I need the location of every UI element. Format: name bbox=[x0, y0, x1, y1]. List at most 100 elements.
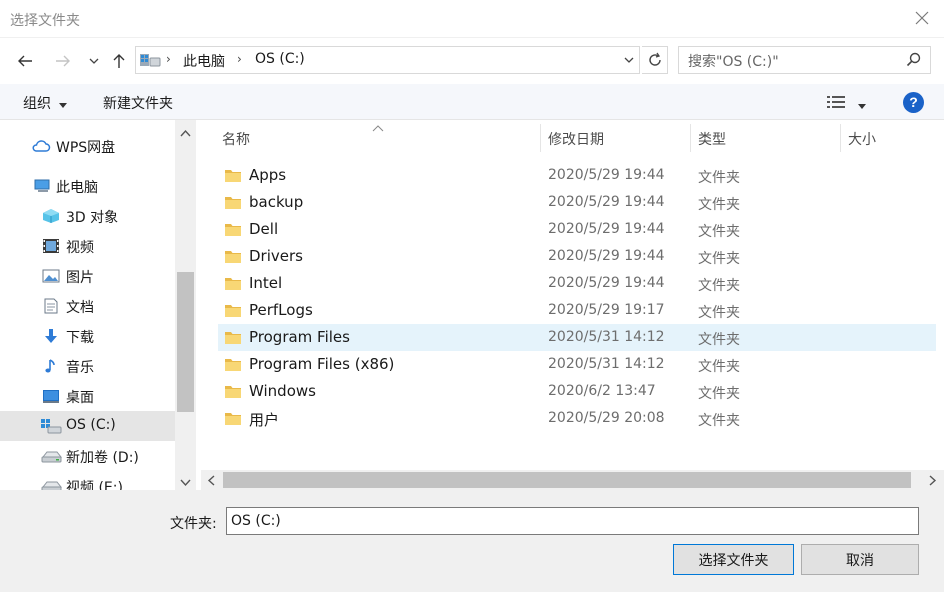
scrollbar-thumb[interactable] bbox=[177, 272, 194, 412]
file-type: 文件夹 bbox=[698, 251, 740, 267]
sidebar-item-desktop[interactable]: 桌面 bbox=[0, 381, 175, 411]
organize-button[interactable]: 组织 bbox=[23, 93, 51, 113]
sidebar-item-videos[interactable]: 视频 bbox=[0, 231, 175, 261]
sidebar-item-label: 下载 bbox=[66, 330, 94, 346]
file-row[interactable]: 用户 2020/5/29 20:08 文件夹 bbox=[218, 405, 936, 432]
sidebar-item-3d-objects[interactable]: 3D 对象 bbox=[0, 201, 175, 231]
sidebar-item-wps-cloud[interactable]: WPS网盘 bbox=[0, 131, 175, 161]
arrow-right-icon bbox=[56, 55, 70, 67]
file-date: 2020/5/29 19:17 bbox=[548, 302, 665, 318]
column-size[interactable]: 大小 bbox=[848, 129, 876, 149]
sidebar-item-label: 音乐 bbox=[66, 360, 94, 376]
sort-ascending-icon bbox=[372, 120, 384, 136]
back-button[interactable] bbox=[14, 50, 36, 72]
file-date: 2020/5/29 19:44 bbox=[548, 248, 665, 264]
scroll-down-icon[interactable] bbox=[180, 475, 191, 491]
folder-icon bbox=[224, 249, 242, 268]
file-type: 文件夹 bbox=[698, 224, 740, 240]
navigation-bar: › 此电脑 › OS (C:) 搜索"OS (C:)" bbox=[0, 38, 944, 84]
sidebar-item-this-pc[interactable]: 此电脑 bbox=[0, 171, 175, 201]
scroll-up-icon[interactable] bbox=[180, 125, 191, 141]
folder-icon bbox=[224, 222, 242, 241]
file-list-horizontal-scrollbar[interactable] bbox=[201, 470, 944, 490]
breadcrumb-separator: › bbox=[237, 52, 242, 66]
folder-icon bbox=[224, 330, 242, 349]
file-type: 文件夹 bbox=[698, 197, 740, 213]
file-row[interactable]: Drivers 2020/5/29 19:44 文件夹 bbox=[218, 243, 936, 270]
scroll-left-icon[interactable] bbox=[207, 474, 215, 490]
refresh-button[interactable] bbox=[642, 46, 668, 74]
address-bar[interactable]: › 此电脑 › OS (C:) bbox=[135, 46, 640, 74]
dialog-footer: 文件夹: 选择文件夹 取消 bbox=[0, 490, 944, 592]
file-row[interactable]: Program Files 2020/5/31 14:12 文件夹 bbox=[218, 324, 936, 351]
column-divider[interactable] bbox=[540, 124, 541, 152]
forward-button[interactable] bbox=[52, 50, 74, 72]
sidebar-item-label: 3D 对象 bbox=[66, 210, 119, 226]
sidebar-item-music[interactable]: 音乐 bbox=[0, 351, 175, 381]
sidebar-item-documents[interactable]: 文档 bbox=[0, 291, 175, 321]
details-view-icon bbox=[827, 96, 845, 108]
chevron-down-icon bbox=[624, 57, 634, 63]
arrow-up-icon bbox=[113, 54, 125, 68]
this-pc-icon bbox=[139, 51, 161, 73]
scrollbar-thumb[interactable] bbox=[223, 472, 911, 488]
scroll-right-icon[interactable] bbox=[929, 474, 937, 490]
sidebar-item-pictures[interactable]: 图片 bbox=[0, 261, 175, 291]
new-folder-button[interactable]: 新建文件夹 bbox=[103, 93, 173, 113]
file-row[interactable]: Intel 2020/5/29 19:44 文件夹 bbox=[218, 270, 936, 297]
help-button[interactable]: ? bbox=[903, 92, 924, 113]
file-row[interactable]: PerfLogs 2020/5/29 19:17 文件夹 bbox=[218, 297, 936, 324]
sidebar-item-os-c[interactable]: OS (C:) bbox=[0, 411, 175, 441]
folder-input[interactable] bbox=[226, 507, 919, 535]
file-row[interactable]: Dell 2020/5/29 19:44 文件夹 bbox=[218, 216, 936, 243]
breadcrumb-this-pc[interactable]: 此电脑 bbox=[183, 51, 225, 71]
column-name[interactable]: 名称 bbox=[222, 129, 250, 149]
column-date[interactable]: 修改日期 bbox=[548, 129, 604, 149]
sidebar-item-video-e[interactable]: 视频 (E:) bbox=[0, 471, 175, 490]
search-input[interactable]: 搜索"OS (C:)" bbox=[688, 51, 779, 71]
column-header: 名称 修改日期 类型 大小 bbox=[196, 120, 944, 154]
folder-label: 文件夹: bbox=[170, 516, 217, 532]
view-caret-icon[interactable] bbox=[858, 98, 866, 114]
chevron-down-icon bbox=[89, 58, 99, 64]
column-type[interactable]: 类型 bbox=[698, 129, 726, 149]
file-name: Windows bbox=[249, 382, 316, 400]
command-toolbar: 组织 新建文件夹 ? bbox=[0, 84, 944, 120]
file-date: 2020/5/29 19:44 bbox=[548, 194, 665, 210]
file-row[interactable]: Apps 2020/5/29 19:44 文件夹 bbox=[218, 162, 936, 189]
search-icon[interactable] bbox=[906, 52, 922, 72]
folder-icon bbox=[224, 276, 242, 295]
file-list: 名称 修改日期 类型 大小 Apps 2020/5/29 19:44 文件夹 back… bbox=[196, 120, 944, 490]
file-row[interactable]: Program Files (x86) 2020/5/31 14:12 文件夹 bbox=[218, 351, 936, 378]
file-row[interactable]: Windows 2020/6/2 13:47 文件夹 bbox=[218, 378, 936, 405]
caret-down-icon[interactable] bbox=[59, 97, 67, 113]
pictures-icon bbox=[42, 268, 60, 284]
navigation-pane: WPS网盘 此电脑 3D 对象 视频 图片 文档 下载 音乐 桌面 OS (C:… bbox=[0, 120, 196, 490]
breadcrumb-os-c[interactable]: OS (C:) bbox=[255, 51, 305, 67]
sidebar-item-downloads[interactable]: 下载 bbox=[0, 321, 175, 351]
sidebar-item-label: 视频 bbox=[66, 240, 94, 256]
sidebar-item-label: 视频 (E:) bbox=[66, 480, 123, 490]
file-name: Program Files bbox=[249, 328, 350, 346]
column-divider[interactable] bbox=[840, 124, 841, 152]
file-type: 文件夹 bbox=[698, 413, 740, 429]
file-type: 文件夹 bbox=[698, 386, 740, 402]
search-box[interactable]: 搜索"OS (C:)" bbox=[678, 46, 931, 74]
cancel-button[interactable]: 取消 bbox=[801, 544, 919, 575]
recent-locations-button[interactable] bbox=[83, 50, 105, 72]
folder-icon bbox=[224, 168, 242, 187]
column-divider[interactable] bbox=[690, 124, 691, 152]
up-button[interactable] bbox=[108, 50, 130, 72]
3d-objects-icon bbox=[42, 208, 60, 224]
file-row[interactable]: backup 2020/5/29 19:44 文件夹 bbox=[218, 189, 936, 216]
windows-drive-icon bbox=[40, 418, 62, 434]
close-button[interactable] bbox=[912, 8, 932, 28]
folder-icon bbox=[224, 195, 242, 214]
view-options-button[interactable] bbox=[826, 94, 846, 114]
file-name: Apps bbox=[249, 166, 287, 184]
navigation-pane-scrollbar[interactable] bbox=[175, 120, 196, 490]
select-folder-button[interactable]: 选择文件夹 bbox=[673, 544, 794, 575]
sidebar-item-new-volume-d[interactable]: 新加卷 (D:) bbox=[0, 441, 175, 471]
address-dropdown-button[interactable] bbox=[622, 53, 636, 71]
document-icon bbox=[42, 298, 60, 314]
